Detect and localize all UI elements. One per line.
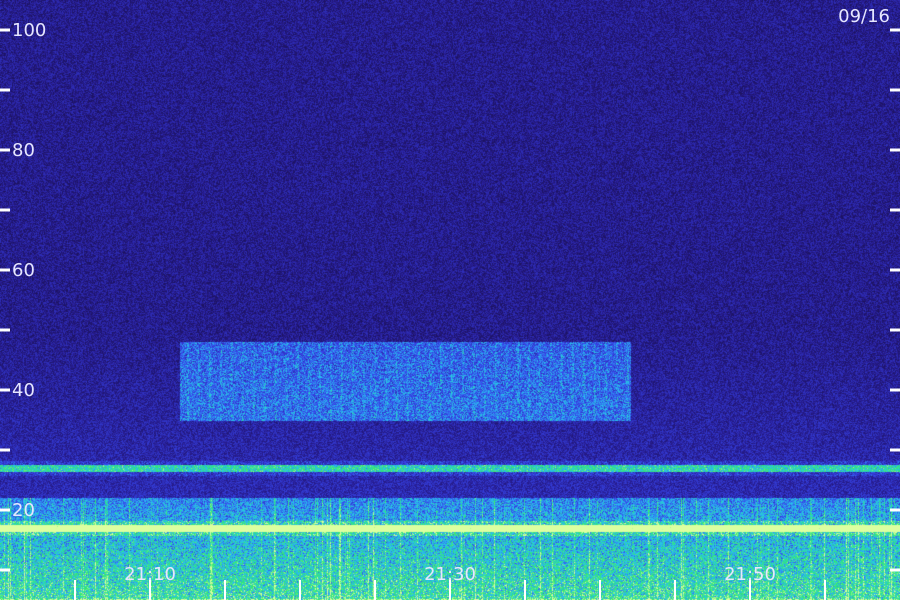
y-tick-label: 40 <box>12 380 35 401</box>
y-tick-label: 20 <box>12 500 35 521</box>
spectrogram-panel: 20 40 60 80 100 21:10 21:30 21:50 09/16 <box>0 0 900 600</box>
axes-overlay: 20 40 60 80 100 21:10 21:30 21:50 09/16 <box>0 6 900 600</box>
y-axis-ticks: 20 40 60 80 100 <box>0 20 900 572</box>
y-tick-label: 80 <box>12 140 35 161</box>
date-label: 09/16 <box>838 6 890 27</box>
x-axis-ticks: 21:10 21:30 21:50 <box>74 564 826 600</box>
y-tick-label: 100 <box>12 20 46 41</box>
x-tick-label: 21:30 <box>424 564 476 585</box>
x-tick-label: 21:10 <box>124 564 176 585</box>
x-tick-label: 21:50 <box>724 564 776 585</box>
y-tick-label: 60 <box>12 260 35 281</box>
